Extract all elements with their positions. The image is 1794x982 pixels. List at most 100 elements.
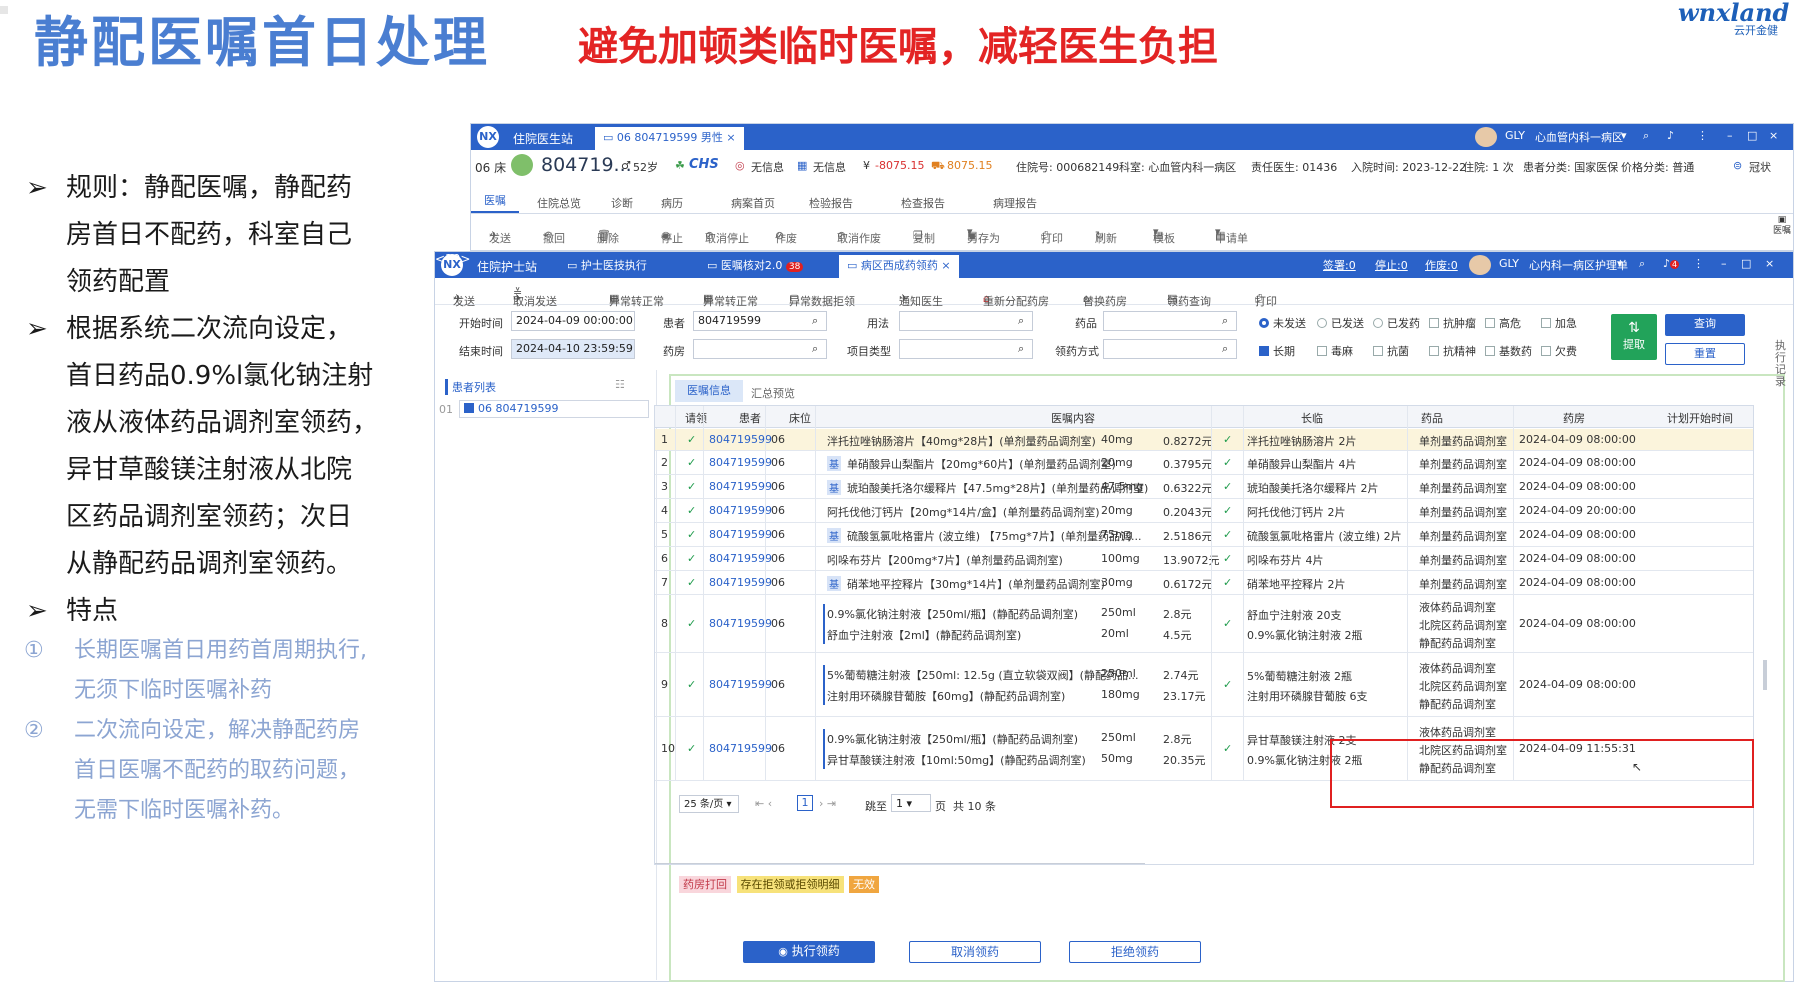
avatar[interactable] <box>1469 255 1491 275</box>
chevron-down-icon[interactable]: ▾ <box>1621 129 1627 142</box>
search-icon[interactable]: ⌕ <box>1222 314 1228 328</box>
check-icon[interactable]: ✓ <box>687 433 696 446</box>
row-patient[interactable]: 804719599 <box>709 678 772 691</box>
table-row[interactable]: 6 ✓ 804719599 06 吲哚布芬片【200mg*7片】(单剂量药品调剂室) 10… <box>655 547 1753 571</box>
side-monitor-icon[interactable]: ▣ 医嘱 <box>1772 215 1792 237</box>
tab-order-check[interactable]: ▭ 医嘱核对2.0 38 <box>707 257 804 273</box>
check-high-risk[interactable]: 高危 <box>1485 315 1521 331</box>
reset-button[interactable]: 重置 <box>1665 343 1745 365</box>
count-signed[interactable]: 签署:0 <box>1323 257 1356 273</box>
row-patient[interactable]: 804719599 <box>709 576 772 589</box>
check-antitumor[interactable]: 抗肿瘤 <box>1429 315 1476 331</box>
minimize-icon[interactable]: – <box>1721 257 1727 270</box>
tab-pathology-report[interactable]: 病理报告 <box>993 195 1037 211</box>
check-icon[interactable]: ✓ <box>687 528 696 541</box>
check-icon[interactable]: ✓ <box>687 456 696 469</box>
check-long-term[interactable]: 长期 <box>1259 343 1295 359</box>
check-antibacterial[interactable]: 抗菌 <box>1373 343 1409 359</box>
tab-ward-medicine[interactable]: ▭ 病区西成药领药 × <box>839 255 959 278</box>
more-icon[interactable]: ⋮ <box>1693 257 1704 270</box>
avatar[interactable] <box>1475 127 1497 147</box>
item-type-input[interactable] <box>899 339 1033 359</box>
reject-receive-button[interactable]: 拒绝领药 <box>1069 941 1201 963</box>
extract-button[interactable]: ⇅ 提取 <box>1611 314 1657 360</box>
patient-input[interactable]: 804719599 <box>693 311 827 331</box>
receive-method-input[interactable] <box>1103 339 1237 359</box>
row-patient[interactable]: 804719599 <box>709 742 772 755</box>
crown-label[interactable]: 冠状 <box>1749 159 1771 175</box>
tab-exam-report[interactable]: 检查报告 <box>901 195 945 211</box>
tab-orders[interactable]: 医嘱 <box>471 190 519 213</box>
search-icon[interactable]: ⌕ <box>812 314 818 328</box>
vertical-scrollbar[interactable] <box>1763 660 1767 690</box>
check-urgent[interactable]: 加急 <box>1541 315 1577 331</box>
check-base-drug[interactable]: 基数药 <box>1485 343 1532 359</box>
row-patient[interactable]: 804719599 <box>709 504 772 517</box>
count-voided[interactable]: 作废:0 <box>1425 257 1458 273</box>
table-row[interactable]: 1 ✓ 804719599 06 泮托拉唑钠肠溶片【40mg*28片】(单剂量药品调剂室… <box>655 429 1753 451</box>
save-as-button[interactable]: ▣ 另存为 ▾ <box>967 225 1000 245</box>
template-button[interactable]: ▤ 模板 ▾ <box>1153 225 1175 245</box>
start-time-input[interactable]: 2024-04-09 00:00:00 <box>511 311 635 331</box>
count-stopped[interactable]: 停止:0 <box>1375 257 1408 273</box>
drug-input[interactable] <box>1103 311 1237 331</box>
radio-not-sent[interactable]: 未发送 <box>1259 315 1306 331</box>
close-window-icon[interactable]: × <box>1765 257 1774 270</box>
row-patient[interactable]: 804719599 <box>709 433 772 446</box>
bell-icon[interactable]: ♪ <box>1667 129 1674 142</box>
radio-sent[interactable]: 已发送 <box>1317 315 1364 331</box>
check-antipsychotic[interactable]: 抗精神 <box>1429 343 1476 359</box>
search-icon[interactable]: ⌕ <box>1018 314 1024 328</box>
table-row[interactable]: 3 ✓ 804719599 06 琥珀酸美托洛尔缓释片【47.5mg*28片】(单剂量药… <box>655 475 1753 499</box>
close-window-icon[interactable]: × <box>1769 129 1778 142</box>
end-time-input[interactable]: 2024-04-10 23:59:59 <box>511 339 635 359</box>
table-row[interactable]: 8 ✓ 804719599 06 0.9%氯化钠注射液【250ml/瓶】(静配药品调剂室… <box>655 595 1753 653</box>
horizontal-scrollbar[interactable] <box>655 863 1145 864</box>
table-row[interactable]: 7 ✓ 804719599 06 硝苯地平控释片【30mg*14片】(单剂量药品调剂室)… <box>655 571 1753 595</box>
nurse-dept[interactable]: 心内科一病区护理单 <box>1529 257 1628 273</box>
check-icon[interactable]: ✓ <box>687 742 696 755</box>
pharmacy-input[interactable] <box>693 339 827 359</box>
more-icon[interactable]: ⋮ <box>1697 129 1708 142</box>
chevron-down-icon[interactable]: ▾ <box>1617 257 1623 270</box>
tab-diagnosis[interactable]: 诊断 <box>611 195 633 211</box>
tab-nurse-exec[interactable]: ▭ 护士医技执行 <box>567 257 647 273</box>
close-icon[interactable]: × <box>726 132 735 143</box>
maximize-icon[interactable]: □ <box>1741 257 1751 270</box>
check-icon[interactable]: ✓ <box>687 504 696 517</box>
row-patient[interactable]: 804719599 <box>709 456 772 469</box>
minimize-icon[interactable]: – <box>1727 129 1733 142</box>
doctor-dept[interactable]: 心血管内科一病区 <box>1535 129 1623 145</box>
search-icon[interactable]: ⌕ <box>1639 257 1645 271</box>
close-icon[interactable]: × <box>941 260 950 271</box>
tab-lab-report[interactable]: 检验报告 <box>809 195 853 211</box>
tab-order-info[interactable]: 医嘱信息 <box>675 380 743 402</box>
row-patient[interactable]: 804719599 <box>709 480 772 493</box>
check-narcotic[interactable]: 毒麻 <box>1317 343 1353 359</box>
check-icon[interactable]: ✓ <box>687 678 696 691</box>
tab-overview[interactable]: 住院总览 <box>537 195 581 211</box>
usage-input[interactable] <box>899 311 1033 331</box>
search-icon[interactable]: ⌕ <box>1222 342 1228 356</box>
check-icon[interactable]: ✓ <box>687 552 696 565</box>
tab-records[interactable]: 病历 <box>661 195 683 211</box>
query-button[interactable]: 查询 <box>1665 314 1745 336</box>
cancel-receive-button[interactable]: 取消领药 <box>909 941 1041 963</box>
table-row[interactable]: 9 ✓ 804719599 06 5%葡萄糖注射液【250ml: 12.5g (直立软袋… <box>655 653 1753 717</box>
request-button[interactable]: ▤ 申请单 ▾ <box>1215 225 1248 245</box>
maximize-icon[interactable]: □ <box>1747 129 1757 142</box>
search-icon[interactable]: ⌕ <box>1643 129 1649 143</box>
table-row[interactable]: 2 ✓ 804719599 06 单硝酸异山梨酯片【20mg*60片】(单剂量药品调剂室… <box>655 451 1753 475</box>
table-row[interactable]: 5 ✓ 804719599 06 硫酸氢氯吡格雷片 (波立维) 【75mg*7片】(单剂… <box>655 523 1753 547</box>
row-patient[interactable]: 804719599 <box>709 617 772 630</box>
check-arrears[interactable]: 欠费 <box>1541 343 1577 359</box>
execute-receive-button[interactable]: ◉ 执行领药 <box>743 941 875 963</box>
tab-homepage[interactable]: 病案首页 <box>731 195 775 211</box>
check-icon[interactable]: ✓ <box>687 617 696 630</box>
check-icon[interactable]: ✓ <box>687 480 696 493</box>
search-icon[interactable]: ⌕ <box>812 342 818 356</box>
check-icon[interactable]: ✓ <box>687 576 696 589</box>
radio-dispensed[interactable]: 已发药 <box>1373 315 1420 331</box>
tab-summary-preview[interactable]: 汇总预览 <box>751 385 795 401</box>
doctor-patient-tab[interactable]: ▭ 06 804719599 男性 × <box>595 127 744 150</box>
